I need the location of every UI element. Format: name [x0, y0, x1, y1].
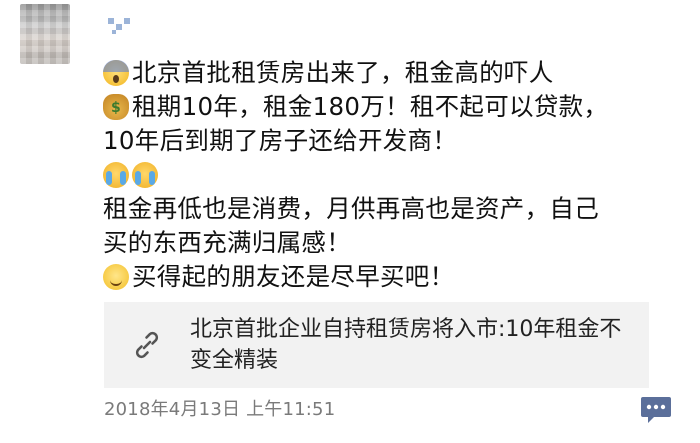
post-text-line-2: 租期10年，租金180万！租不起可以贷款，	[132, 92, 609, 121]
link-icon	[135, 331, 159, 359]
post-text-line-6: 买得起的朋友还是尽早买吧！	[132, 262, 455, 291]
username-blurred[interactable]	[106, 14, 136, 36]
link-card-title: 北京首批企业自持租赁房将入市:10年租金不变全精装	[190, 317, 622, 373]
comment-icon[interactable]	[640, 396, 672, 424]
post-text-line-4: 租金再低也是消费，月供再高也是资产，自己	[103, 194, 599, 223]
post-text-line-1: 北京首批租赁房出来了，租金高的吓人	[132, 58, 554, 87]
post-text-line-3: 10年后到期了房子还给开发商！	[103, 126, 458, 155]
post-line: 10年后到期了房子还给开发商！	[103, 124, 683, 158]
smiling-face-icon	[103, 264, 129, 290]
shared-link-card[interactable]: 北京首批企业自持租赁房将入市:10年租金不变全精装	[104, 302, 649, 388]
post-line: 买的东西充满归属感！	[103, 226, 683, 260]
loudly-crying-face-icon	[132, 162, 158, 188]
post-line	[103, 158, 683, 192]
post-line: 租金再低也是消费，月供再高也是资产，自己	[103, 192, 683, 226]
face-screaming-in-fear-icon	[103, 60, 129, 86]
money-bag-icon: $	[103, 94, 129, 120]
post-timestamp: 2018年4月13日 上午11:51	[104, 399, 336, 420]
post-content: 北京首批租赁房出来了，租金高的吓人 $ 租期10年，租金180万！租不起可以贷款…	[103, 56, 683, 294]
post-line: 买得起的朋友还是尽早买吧！	[103, 260, 683, 294]
post-line: 北京首批租赁房出来了，租金高的吓人	[103, 56, 683, 90]
loudly-crying-face-icon	[103, 162, 129, 188]
avatar[interactable]	[20, 4, 70, 64]
post-text-line-5: 买的东西充满归属感！	[103, 228, 351, 257]
post-line: $ 租期10年，租金180万！租不起可以贷款，	[103, 90, 683, 124]
